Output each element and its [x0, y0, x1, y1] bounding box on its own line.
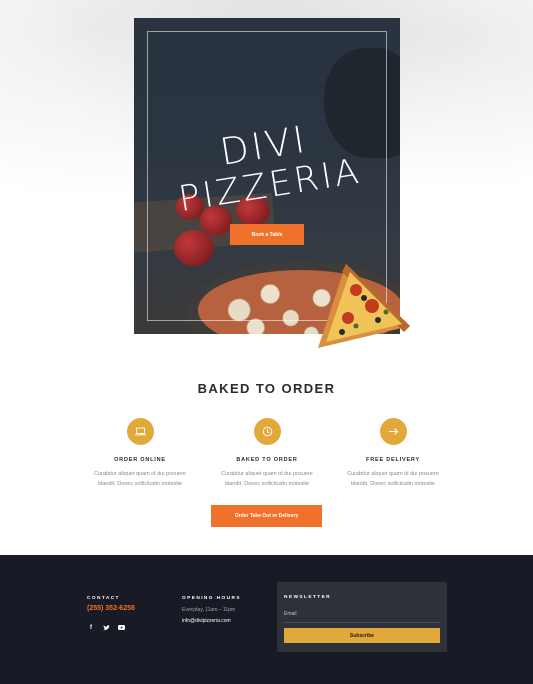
- feature-text: Curabitur aliquet quam id dui posuere bl…: [78, 469, 202, 489]
- clock-icon: [262, 426, 272, 437]
- feature-text-line: Curabitur aliquet quam id dui posuere: [94, 471, 186, 477]
- feature-title: BAKED TO ORDER: [236, 457, 298, 463]
- feature-text-line: Curabitur aliquet quam id dui posuere: [221, 471, 313, 477]
- twitter-icon[interactable]: [102, 625, 110, 633]
- contact-label: CONTACT: [87, 596, 120, 601]
- subscribe-button[interactable]: Subscribe: [284, 628, 440, 643]
- feature-icon-circle: [253, 418, 281, 445]
- feature-text-line: blandit. Donec sollicitudin molestie: [97, 481, 183, 487]
- feature-text: Curabitur aliquet quam id dui posuere bl…: [331, 469, 455, 489]
- feature-title: ORDER ONLINE: [114, 457, 166, 463]
- arrow-right-icon: [388, 428, 398, 435]
- laptop-icon: [134, 427, 146, 436]
- phone-link[interactable]: (255) 352-6258: [87, 605, 135, 612]
- feature-icon-circle: [126, 418, 154, 445]
- footer: CONTACT (255) 352-6258 f OPENING HOURS E…: [0, 555, 533, 684]
- order-takeout-button[interactable]: Order Take Out or Delivery: [211, 505, 322, 527]
- book-table-button[interactable]: Book a Table: [230, 224, 304, 245]
- feature-order-online: ORDER ONLINE Curabitur aliquet quam id d…: [78, 418, 202, 489]
- feature-title: FREE DELIVERY: [366, 457, 420, 463]
- feature-text-line: Curabitur aliquet quam id dui posuere: [347, 471, 439, 477]
- feature-text-line: blandit. Donec sollicitudin molestie: [224, 481, 310, 487]
- newsletter-label: NEWSLETTER: [284, 595, 332, 600]
- pizza-slice-image: [318, 264, 410, 348]
- feature-baked-to-order: BAKED TO ORDER Curabitur aliquet quam id…: [205, 418, 329, 489]
- youtube-icon[interactable]: [117, 625, 125, 633]
- social-links: f: [87, 625, 125, 633]
- opening-hours-label: OPENING HOURS: [182, 596, 241, 601]
- feature-free-delivery: FREE DELIVERY Curabitur aliquet quam id …: [331, 418, 455, 489]
- newsletter-email-input[interactable]: Email: [284, 609, 440, 623]
- email-link[interactable]: info@divipizzeria.com: [182, 618, 231, 624]
- section-heading: BAKED TO ORDER: [197, 381, 336, 396]
- feature-text: Curabitur aliquet quam id dui posuere bl…: [205, 469, 329, 489]
- newsletter-form: NEWSLETTER Email Subscribe: [277, 582, 447, 652]
- opening-hours-text: Everyday, 11am – 11pm: [182, 607, 236, 613]
- feature-icon-circle: [379, 418, 407, 445]
- facebook-icon[interactable]: f: [87, 625, 95, 633]
- feature-text-line: blandit. Donec sollicitudin molestie: [350, 481, 436, 487]
